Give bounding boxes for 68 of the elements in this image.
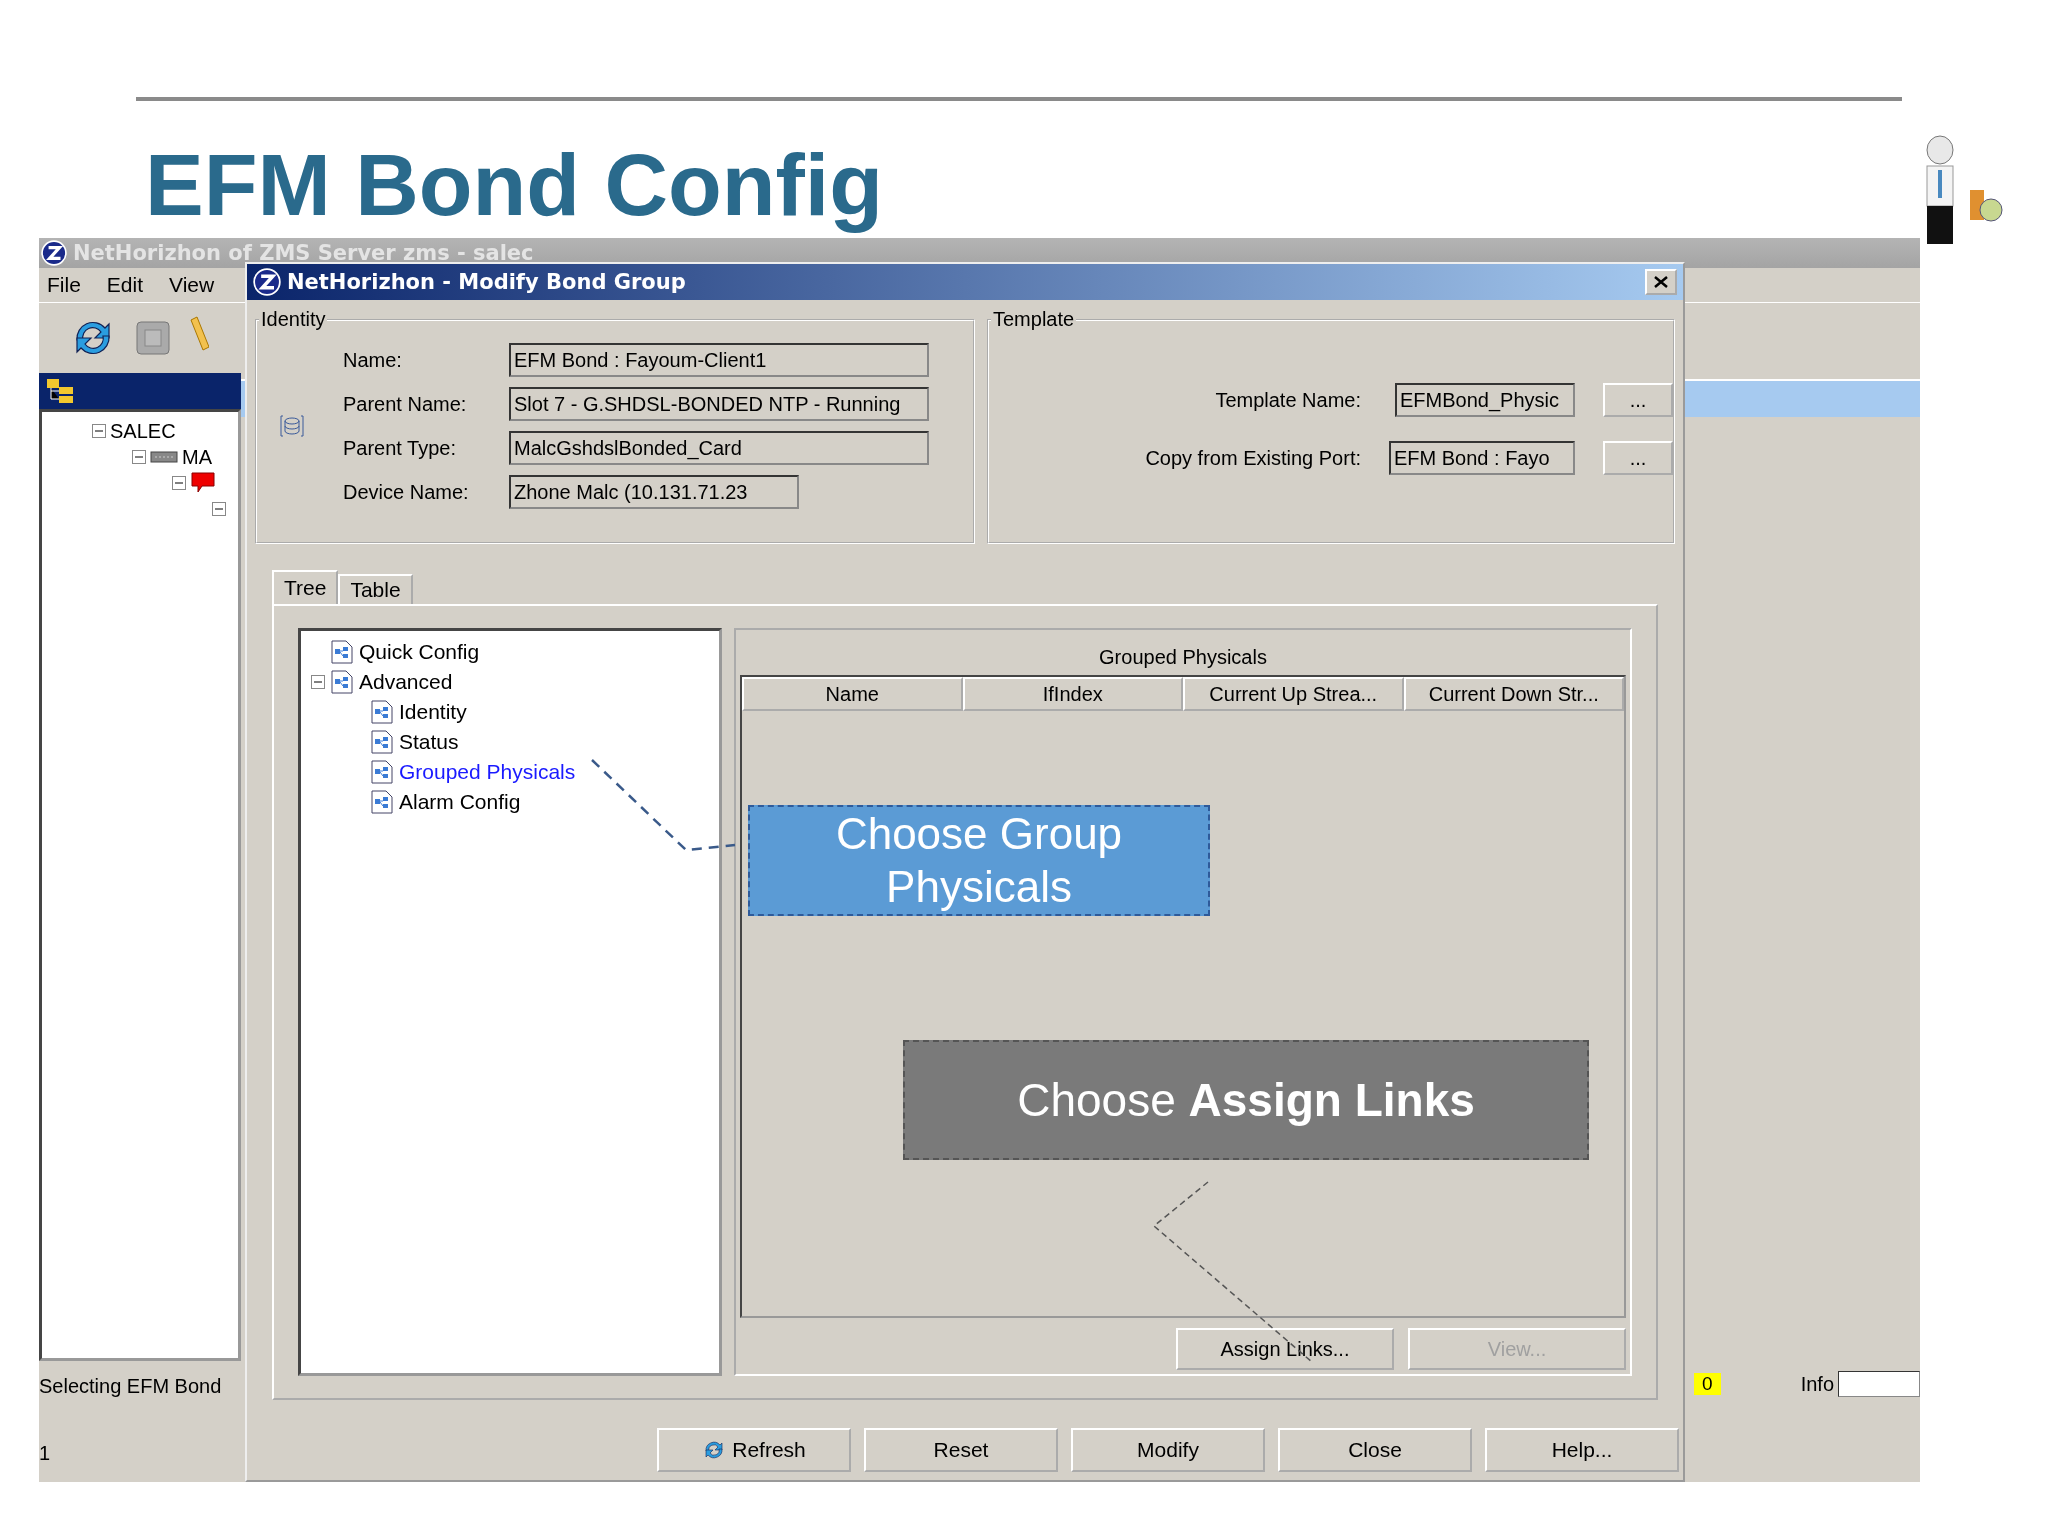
collapse-icon[interactable] bbox=[311, 675, 325, 689]
collapse-icon[interactable] bbox=[172, 476, 186, 490]
field-label: Template Name: bbox=[1215, 388, 1361, 412]
dialog-title: NetHorizhon - Modify Bond Group bbox=[287, 270, 687, 294]
text-field[interactable]: Zhone Malc (10.131.71.23 bbox=[509, 475, 799, 509]
dialog-button[interactable]: Close bbox=[1278, 1428, 1472, 1472]
tree-item[interactable]: MA bbox=[182, 445, 212, 469]
status-text: 1 bbox=[39, 1442, 52, 1465]
node-icon bbox=[331, 640, 353, 664]
dialog-button[interactable]: Reset bbox=[864, 1428, 1058, 1472]
menu-item[interactable]: Edit bbox=[106, 273, 144, 297]
action-button[interactable]: Assign Links... bbox=[1176, 1328, 1394, 1370]
tree-item[interactable]: Identity bbox=[399, 700, 467, 724]
text-field[interactable]: EFMBond_Physic bbox=[1395, 383, 1575, 417]
node-icon bbox=[371, 700, 393, 724]
collapse-icon[interactable] bbox=[92, 424, 106, 438]
tree-item[interactable]: Alarm Config bbox=[399, 790, 521, 814]
close-icon bbox=[1654, 276, 1668, 288]
callout: Choose Assign Links bbox=[903, 1040, 1589, 1160]
app-logo-icon bbox=[41, 240, 67, 266]
collapse-icon[interactable] bbox=[132, 450, 146, 464]
dialog-button[interactable]: Modify bbox=[1071, 1428, 1265, 1472]
tree-item[interactable]: Status bbox=[399, 730, 459, 754]
window-title: NetHorizhon of ZMS Server zms - salec bbox=[73, 241, 534, 265]
text-field[interactable]: MalcGshdslBonded_Card bbox=[509, 431, 929, 465]
field-label: Name: bbox=[343, 348, 403, 372]
column-header[interactable]: Current Down Str... bbox=[1403, 677, 1624, 711]
browse-button[interactable]: ... bbox=[1603, 383, 1673, 417]
tree-item[interactable]: SALEC bbox=[110, 419, 176, 443]
group-label: Template bbox=[992, 308, 1076, 331]
speech-bubble-icon bbox=[190, 471, 216, 495]
callout: Choose Group Physicals bbox=[748, 805, 1210, 916]
info-field[interactable] bbox=[1838, 1371, 1920, 1397]
dialog-button[interactable]: Help... bbox=[1485, 1428, 1679, 1472]
dialog-button[interactable]: Refresh bbox=[657, 1428, 851, 1472]
column-header[interactable]: IfIndex bbox=[962, 677, 1183, 711]
node-icon bbox=[371, 760, 393, 784]
text-field[interactable]: EFM Bond : Fayo bbox=[1389, 441, 1575, 475]
tab[interactable]: Tree bbox=[272, 570, 339, 604]
node-icon bbox=[371, 790, 393, 814]
info-label: Info bbox=[1800, 1372, 1834, 1396]
menu-item[interactable]: View bbox=[169, 273, 215, 297]
column-header[interactable]: Name bbox=[742, 677, 963, 711]
device-icon bbox=[150, 450, 178, 464]
status-text: Selecting EFM Bond bbox=[39, 1374, 223, 1398]
node-icon bbox=[371, 730, 393, 754]
tree-item[interactable]: Grouped Physicals bbox=[399, 760, 576, 784]
tree-item[interactable]: Advanced bbox=[359, 670, 453, 694]
field-label: Parent Type: bbox=[343, 436, 458, 460]
database-icon bbox=[279, 414, 305, 438]
field-label: Parent Name: bbox=[343, 392, 468, 416]
tab[interactable]: Table bbox=[338, 574, 413, 604]
counter-badge: 0 bbox=[1694, 1373, 1721, 1395]
field-label: Device Name: bbox=[343, 480, 470, 504]
text-field[interactable]: EFM Bond : Fayoum-Client1 bbox=[509, 343, 929, 377]
tree-item[interactable]: Quick Config bbox=[359, 640, 480, 664]
field-label: Copy from Existing Port: bbox=[1145, 446, 1361, 470]
panel-title: Grouped Physicals bbox=[1099, 645, 1267, 670]
column-header[interactable]: Current Up Strea... bbox=[1183, 677, 1404, 711]
app-logo-icon bbox=[253, 268, 281, 296]
collapse-icon[interactable] bbox=[212, 502, 226, 516]
text-field[interactable]: Slot 7 - G.SHDSL-BONDED NTP - Running bbox=[509, 387, 929, 421]
slide-title: EFM Bond Config bbox=[145, 134, 884, 236]
browse-button[interactable]: ... bbox=[1603, 441, 1673, 475]
node-icon bbox=[331, 670, 353, 694]
close-button[interactable] bbox=[1645, 269, 1677, 295]
menu-item[interactable]: File bbox=[47, 273, 81, 297]
group-label: Identity bbox=[260, 308, 327, 331]
